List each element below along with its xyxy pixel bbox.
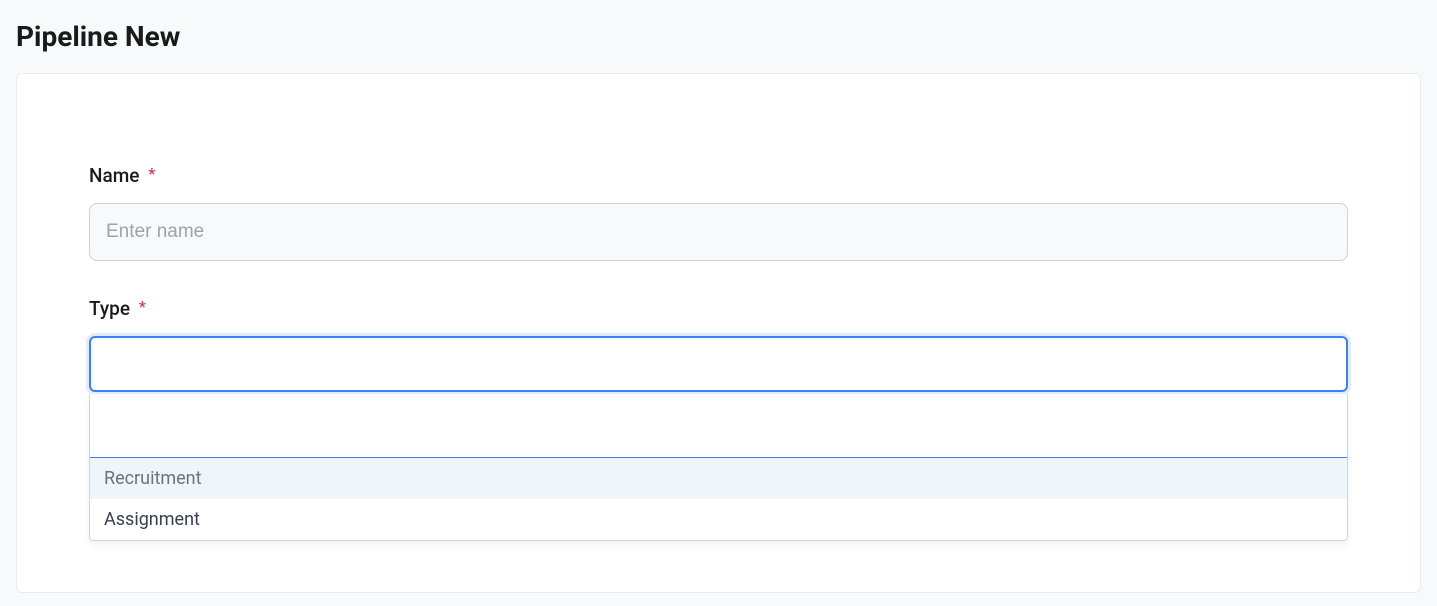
type-select[interactable]: [89, 336, 1348, 392]
dropdown-option-recruitment[interactable]: Recruitment: [90, 458, 1347, 499]
name-label: Name *: [89, 164, 155, 187]
name-field-group: Name *: [89, 164, 1348, 261]
form-card: Name * Type * Recruitment Assignment: [16, 73, 1421, 593]
required-star-icon: *: [148, 164, 155, 183]
dropdown-option-assignment[interactable]: Assignment: [90, 499, 1347, 540]
type-label-text: Type: [89, 297, 130, 320]
page-title: Pipeline New: [0, 0, 1437, 73]
dropdown-search-area[interactable]: [90, 394, 1347, 458]
name-input[interactable]: [89, 203, 1348, 261]
type-label: Type *: [89, 297, 146, 320]
name-label-text: Name: [89, 164, 139, 187]
type-dropdown-panel: Recruitment Assignment: [89, 394, 1348, 541]
type-field-group: Type * Recruitment Assignment: [89, 297, 1348, 392]
required-star-icon: *: [139, 297, 146, 316]
